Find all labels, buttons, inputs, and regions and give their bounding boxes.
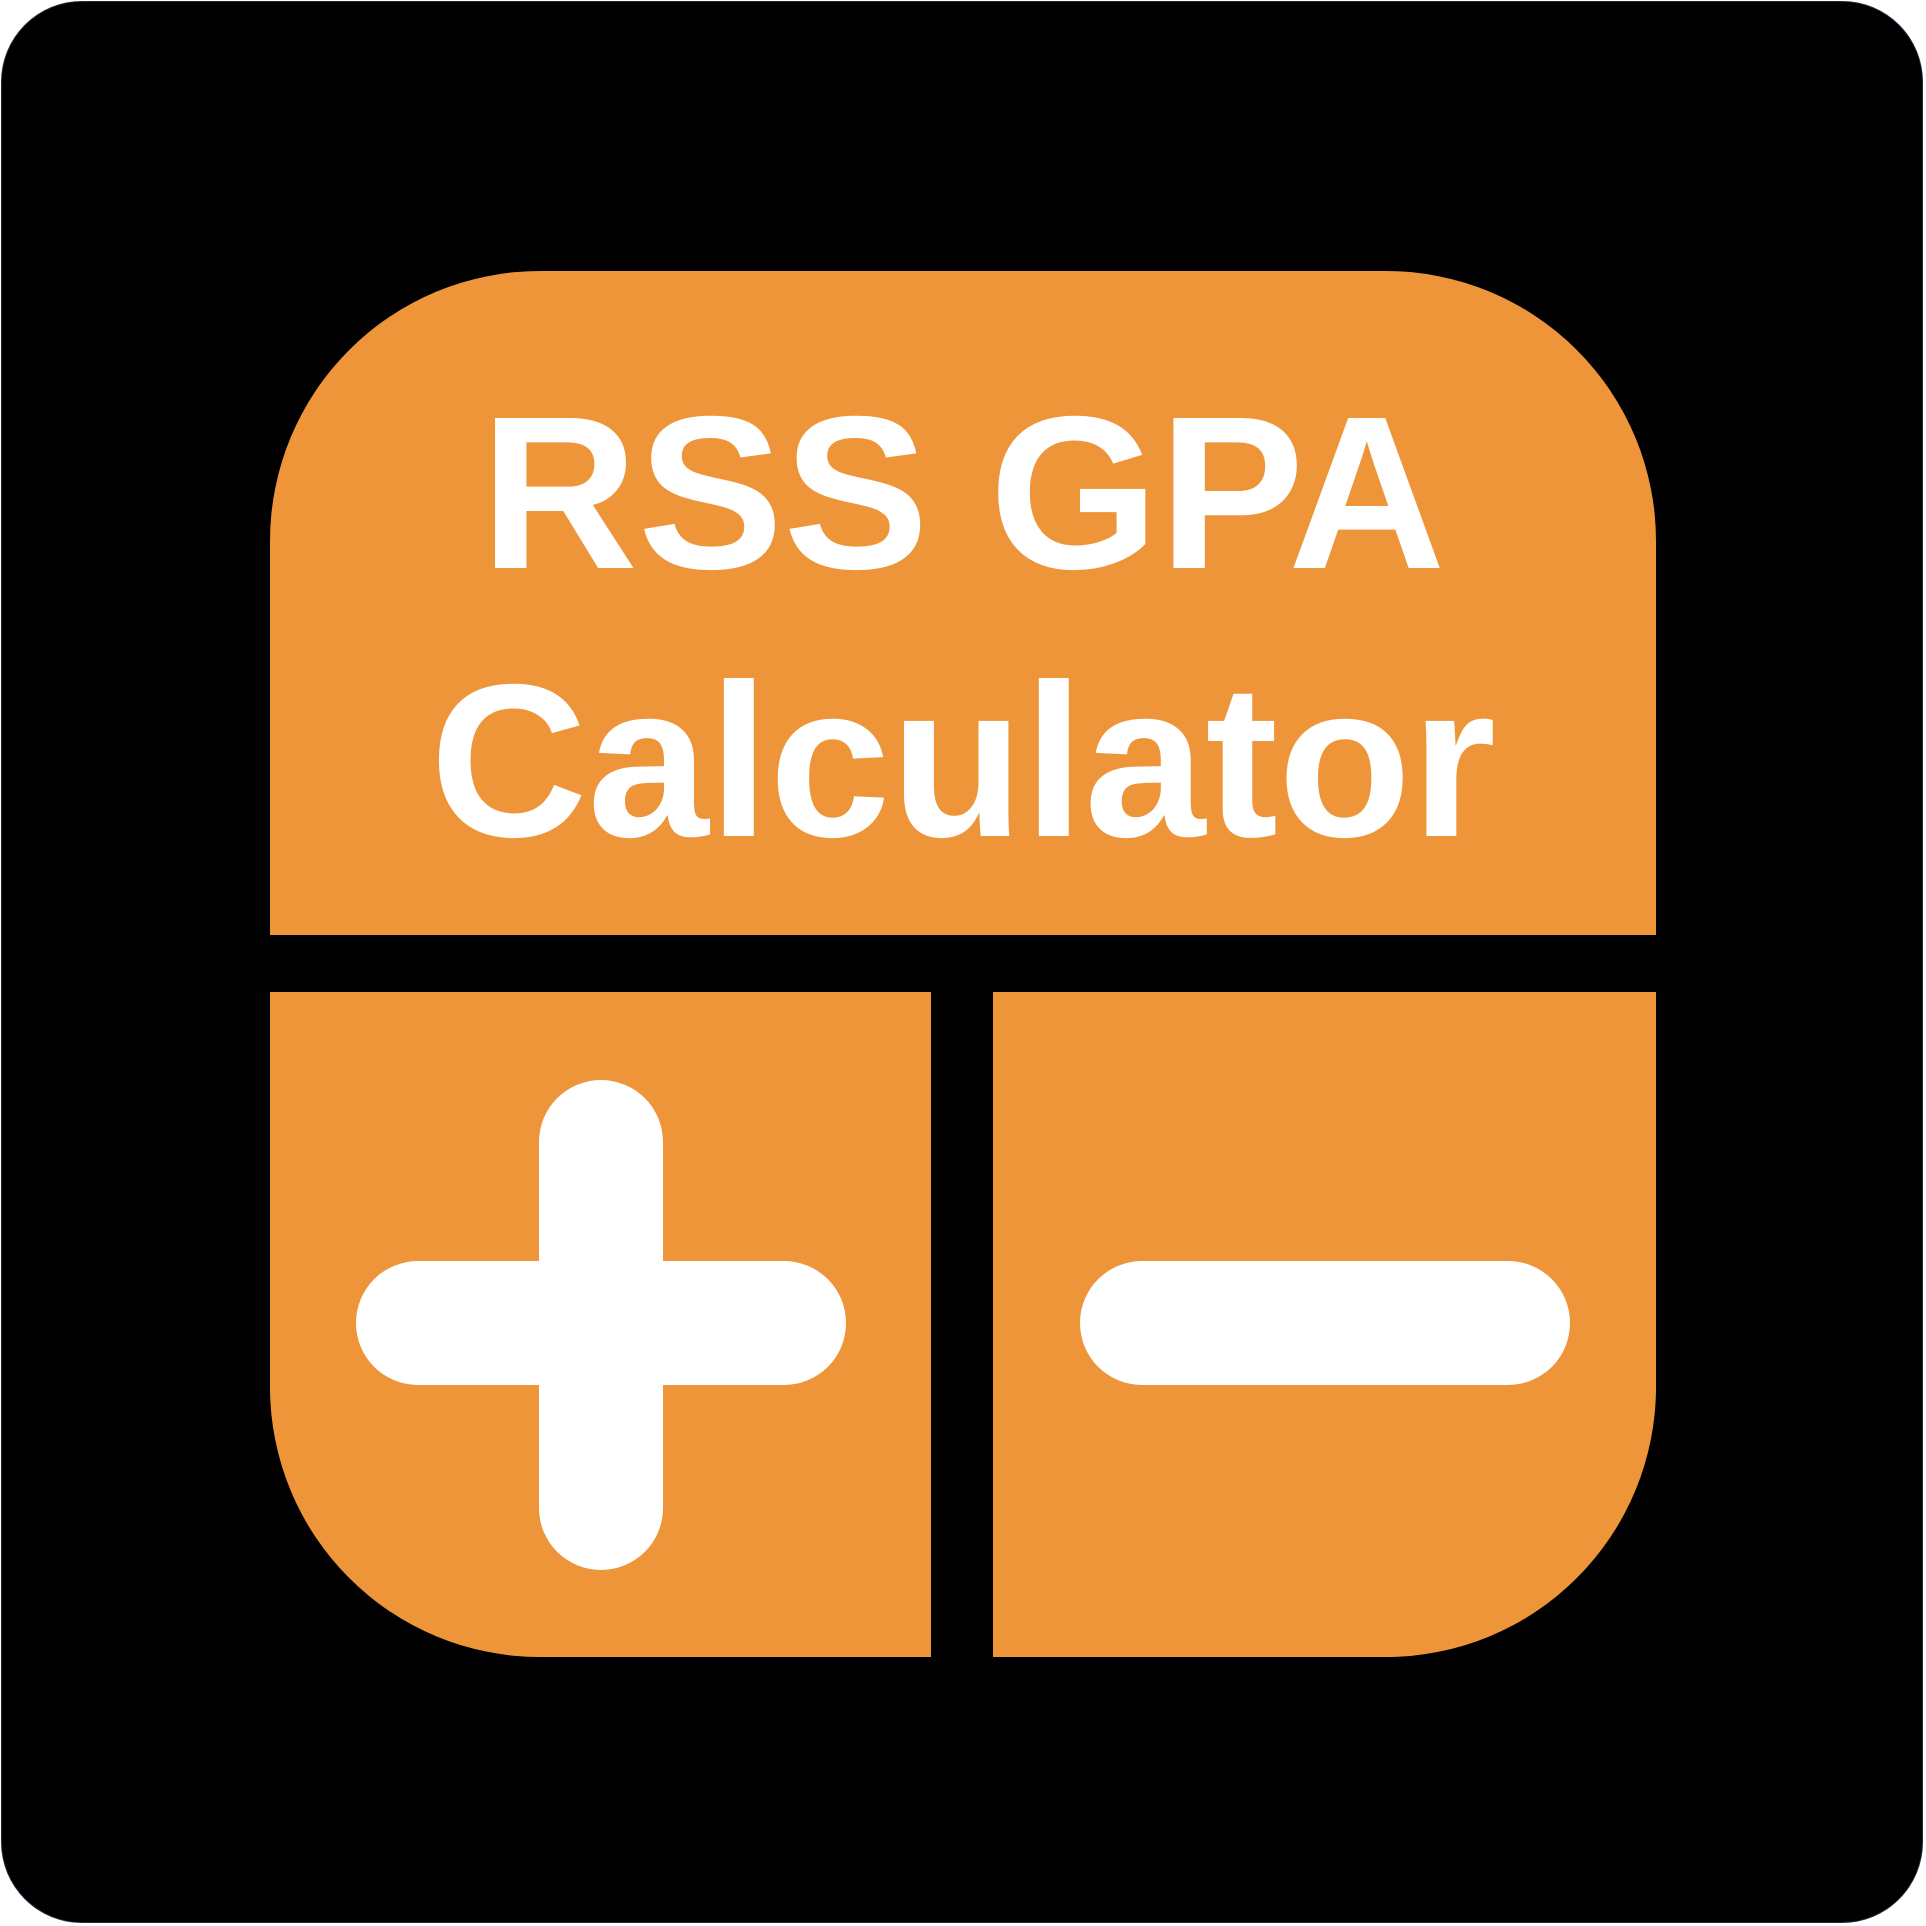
title-panel: RSS GPA Calculator — [270, 271, 1656, 935]
title-line-2: Calculator — [429, 640, 1497, 883]
app-icon: RSS GPA Calculator — [2, 2, 1922, 1922]
plus-panel — [270, 992, 931, 1657]
minus-panel — [993, 992, 1656, 1657]
minus-bar — [1080, 1261, 1570, 1385]
plus-vertical-bar — [539, 1080, 663, 1570]
title-line-1: RSS GPA — [480, 372, 1446, 615]
